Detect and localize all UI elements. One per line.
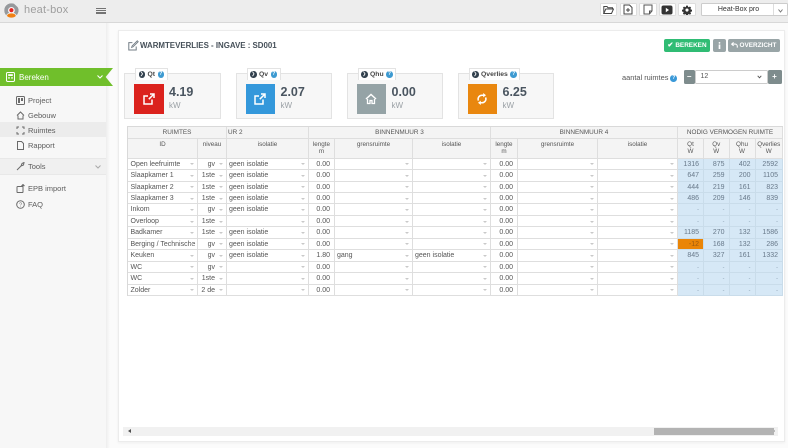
svg-text:?: ? xyxy=(19,202,22,208)
